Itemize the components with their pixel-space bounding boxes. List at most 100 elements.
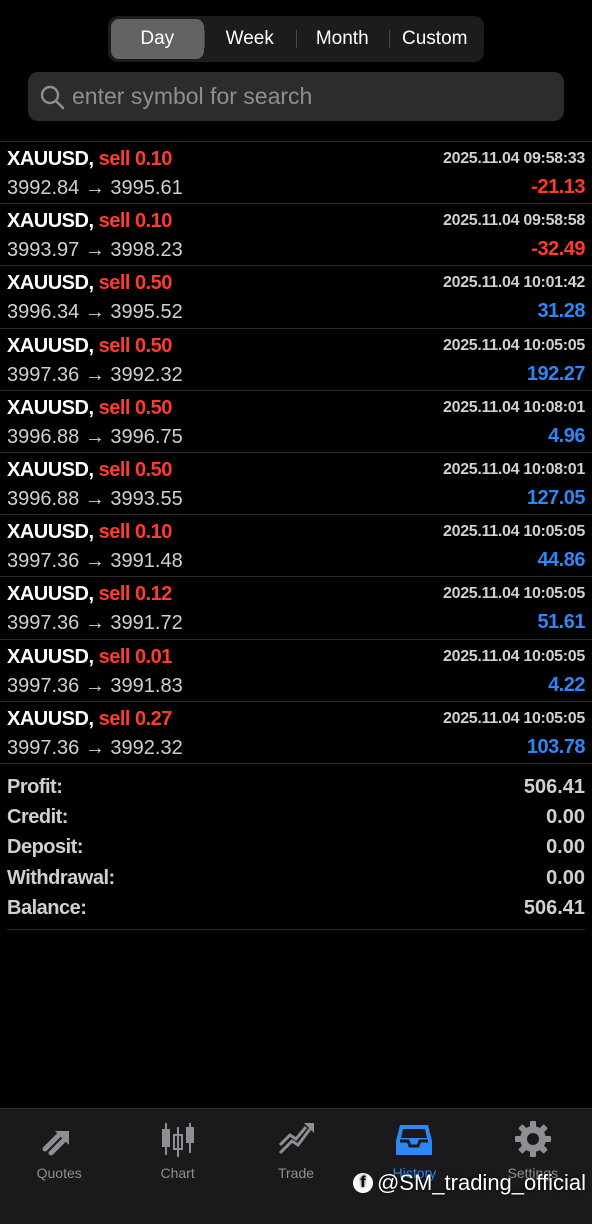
deal-title: XAUUSD, sell 0.10	[7, 210, 172, 233]
deal-side: sell 0.50	[98, 458, 173, 481]
tab-quotes[interactable]: Quotes	[0, 1109, 118, 1224]
summary-label: Balance:	[7, 897, 87, 920]
tab-week[interactable]: Week	[203, 19, 297, 59]
deal-time: 2025.11.04 10:08:01	[443, 398, 585, 416]
deal-prices: 3996.88 → 3996.75	[7, 425, 183, 448]
search-icon	[40, 85, 65, 109]
deal-side: sell 0.50	[98, 396, 173, 419]
deal-prices: 3996.34 → 3995.52	[7, 301, 183, 324]
deal-list: XAUUSD, sell 0.10 2025.11.04 09:58:33 39…	[0, 141, 592, 764]
summary-withdrawal: Withdrawal: 0.00	[0, 863, 592, 893]
deal-profit: 44.86	[537, 549, 585, 572]
deal-row[interactable]: XAUUSD, sell 0.01 2025.11.04 10:05:05 39…	[0, 640, 592, 702]
deal-side: sell 0.50	[98, 334, 173, 357]
deal-time: 2025.11.04 09:58:58	[443, 212, 585, 230]
deal-profit: 4.22	[548, 673, 585, 696]
deal-symbol: XAUUSD,	[7, 210, 94, 233]
deal-symbol: XAUUSD,	[7, 334, 94, 357]
deal-symbol: XAUUSD,	[7, 645, 94, 668]
deal-title: XAUUSD, sell 0.50	[7, 459, 172, 482]
deal-prices: 3993.97 → 3998.23	[7, 239, 183, 262]
deal-row[interactable]: XAUUSD, sell 0.10 2025.11.04 09:58:58 39…	[0, 204, 592, 267]
deal-title: XAUUSD, sell 0.50	[7, 272, 172, 295]
deal-title: XAUUSD, sell 0.01	[7, 646, 172, 669]
deal-row[interactable]: XAUUSD, sell 0.10 2025.11.04 09:58:33 39…	[0, 142, 592, 205]
search-input[interactable]	[72, 83, 542, 110]
summary-divider	[7, 929, 585, 930]
history-icon	[396, 1125, 433, 1155]
deal-time: 2025.11.04 10:08:01	[443, 460, 585, 478]
deal-title: XAUUSD, sell 0.12	[7, 583, 172, 606]
account-summary: Profit: 506.41 Credit: 0.00 Deposit: 0.0…	[0, 772, 592, 930]
deal-symbol: XAUUSD,	[7, 583, 94, 606]
deal-prices: 3997.36 → 3991.48	[7, 550, 183, 573]
deal-side: sell 0.10	[98, 521, 173, 544]
deal-symbol: XAUUSD,	[7, 148, 94, 170]
deal-time: 2025.11.04 10:05:05	[443, 709, 585, 727]
deal-row[interactable]: XAUUSD, sell 0.50 2025.11.04 10:05:05 39…	[0, 329, 592, 391]
summary-value: 0.00	[546, 806, 585, 829]
deal-time: 2025.11.04 10:05:05	[443, 647, 585, 665]
summary-value: 506.41	[523, 775, 585, 798]
deal-prices: 3997.36 → 3991.72	[7, 612, 183, 635]
deal-time: 2025.11.04 09:58:33	[443, 150, 585, 167]
deal-symbol: XAUUSD,	[7, 707, 94, 730]
tab-month[interactable]: Month	[296, 19, 389, 59]
deal-symbol: XAUUSD,	[7, 521, 94, 544]
summary-label: Credit:	[7, 806, 68, 829]
deal-row[interactable]: XAUUSD, sell 0.50 2025.11.04 10:01:42 39…	[0, 266, 592, 329]
deal-side: sell 0.12	[98, 583, 173, 606]
deal-time: 2025.11.04 10:05:05	[443, 523, 585, 541]
tab-label: Quotes	[36, 1165, 82, 1181]
deal-time: 2025.11.04 10:01:42	[443, 274, 585, 292]
summary-value: 0.00	[546, 836, 585, 859]
deal-side: sell 0.27	[98, 707, 173, 730]
tab-trade[interactable]: Trade	[237, 1109, 355, 1224]
summary-balance: Balance: 506.41	[0, 894, 592, 924]
deal-time: 2025.11.04 10:05:05	[443, 336, 585, 354]
deal-profit: 103.78	[526, 735, 586, 758]
tab-day[interactable]: Day	[111, 19, 204, 59]
deal-profit: -32.49	[531, 238, 585, 261]
bottom-tab-bar: Quotes Chart Trade History Settings	[0, 1108, 592, 1224]
summary-value: 0.00	[546, 866, 585, 889]
deal-row[interactable]: XAUUSD, sell 0.27 2025.11.04 10:05:05 39…	[0, 702, 592, 764]
deal-row[interactable]: XAUUSD, sell 0.12 2025.11.04 10:05:05 39…	[0, 577, 592, 640]
deal-symbol: XAUUSD,	[7, 272, 94, 295]
deal-prices: 3996.88 → 3993.55	[7, 487, 183, 510]
deal-symbol: XAUUSD,	[7, 396, 94, 419]
tab-history[interactable]: History	[355, 1109, 473, 1224]
deal-row[interactable]: XAUUSD, sell 0.50 2025.11.04 10:08:01 39…	[0, 391, 592, 453]
deal-title: XAUUSD, sell 0.50	[7, 335, 172, 358]
deal-profit: 4.96	[548, 424, 585, 447]
tab-label: Trade	[277, 1165, 315, 1181]
summary-value: 506.41	[523, 897, 585, 920]
summary-label: Deposit:	[7, 836, 84, 859]
summary-label: Withdrawal:	[7, 866, 115, 889]
summary-label: Profit:	[7, 775, 63, 798]
settings-icon	[514, 1121, 551, 1157]
deal-profit: 127.05	[526, 486, 586, 509]
tab-label: Chart	[160, 1165, 195, 1181]
summary-deposit: Deposit: 0.00	[0, 833, 592, 863]
chart-icon	[161, 1123, 194, 1157]
deal-prices: 3997.36 → 3992.32	[7, 736, 183, 759]
deal-side: sell 0.50	[98, 272, 173, 295]
trade-icon	[278, 1123, 315, 1155]
tab-chart[interactable]: Chart	[118, 1109, 236, 1224]
summary-profit: Profit: 506.41	[0, 772, 592, 802]
watermark: f @SM_trading_official	[352, 1170, 586, 1196]
deal-symbol: XAUUSD,	[7, 458, 94, 481]
deal-title: XAUUSD, sell 0.10	[7, 521, 172, 544]
deal-prices: 3997.36 → 3991.83	[7, 674, 183, 697]
search-bar[interactable]	[28, 72, 564, 121]
deal-time: 2025.11.04 10:05:05	[443, 585, 585, 603]
deal-row[interactable]: XAUUSD, sell 0.10 2025.11.04 10:05:05 39…	[0, 515, 592, 578]
period-segmented-control: Day Week Month Custom	[108, 16, 484, 62]
deal-title: XAUUSD, sell 0.27	[7, 708, 172, 731]
tab-custom[interactable]: Custom	[388, 19, 482, 59]
quotes-icon	[42, 1127, 70, 1156]
tab-settings[interactable]: Settings	[474, 1109, 592, 1224]
deal-profit: 192.27	[526, 362, 586, 385]
deal-row[interactable]: XAUUSD, sell 0.50 2025.11.04 10:08:01 39…	[0, 453, 592, 516]
